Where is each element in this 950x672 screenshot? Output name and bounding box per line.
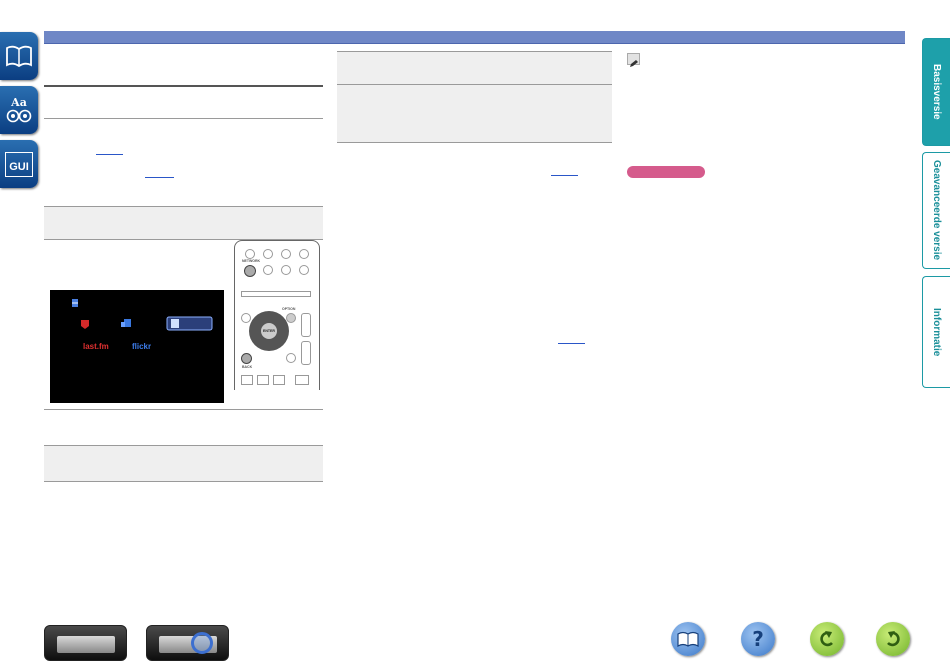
- table-row-divider: [44, 206, 323, 207]
- table-row-divider: [337, 51, 612, 52]
- table-row-divider: [44, 481, 323, 482]
- remote-button: [263, 265, 273, 275]
- flickr-icon: [121, 319, 131, 327]
- page-reference-link[interactable]: [145, 177, 174, 178]
- remote-button: [281, 249, 291, 259]
- amplifier-front-icon[interactable]: [44, 625, 127, 661]
- remote-button: [295, 375, 309, 385]
- section-header-bar: [44, 31, 905, 44]
- option-button-label: OPTION: [282, 307, 296, 311]
- remote-button: [301, 341, 311, 365]
- book-icon[interactable]: [0, 32, 38, 80]
- remote-button: [241, 375, 253, 385]
- flickr-label: flickr: [132, 342, 152, 351]
- network-button-label: NETWORK: [242, 259, 261, 263]
- remote-button: [245, 249, 255, 259]
- remote-button: [257, 375, 269, 385]
- back-button: [241, 353, 252, 364]
- remote-button: [299, 249, 309, 259]
- tab-basisversie[interactable]: Basisversie: [922, 38, 950, 146]
- note-pencil-icon: [627, 53, 640, 67]
- help-icon[interactable]: ?: [741, 622, 775, 656]
- gui-icon[interactable]: GUI: [0, 140, 38, 188]
- remote-button: [286, 353, 296, 363]
- screen-header-icon: [72, 299, 78, 307]
- gui-screen-image: last.fm flickr: [50, 290, 224, 403]
- manual-page: Aa GUI Basisversie Geavanceerde versie I…: [0, 0, 950, 672]
- page-reference-link[interactable]: [558, 343, 585, 344]
- memo-badge: [627, 166, 705, 178]
- gui-icon-label: GUI: [9, 160, 29, 173]
- lastfm-icon: [81, 320, 89, 329]
- tab-geavanceerde-label: Geavanceerde versie: [931, 160, 942, 261]
- table-row-divider: [337, 142, 612, 143]
- table-row-divider: [44, 409, 323, 410]
- network-button: [244, 265, 256, 277]
- table-row-divider: [44, 118, 323, 119]
- back-button-label: BACK: [242, 365, 253, 369]
- remote-button: [301, 313, 311, 337]
- table-row-shaded: [44, 206, 323, 239]
- table-row-divider: [337, 84, 612, 85]
- tab-basisversie-label: Basisversie: [931, 64, 942, 120]
- enter-button-label: ENTER: [263, 329, 275, 333]
- table-header-rule: [44, 85, 323, 87]
- book-nav-icon[interactable]: [671, 622, 705, 656]
- lastfm-label: last.fm: [83, 342, 109, 351]
- tab-informatie-label: Informatie: [931, 307, 942, 357]
- remote-button: [241, 313, 251, 323]
- selected-item-icon: [166, 316, 213, 331]
- remote-button: [273, 375, 285, 385]
- page-reference-link[interactable]: [551, 175, 578, 176]
- page-reference-link[interactable]: [96, 154, 123, 155]
- tab-geavanceerde-versie[interactable]: Geavanceerde versie: [922, 152, 950, 269]
- forward-icon[interactable]: [876, 622, 910, 656]
- back-icon[interactable]: [810, 622, 844, 656]
- amplifier-rear-icon[interactable]: [146, 625, 229, 661]
- remote-button-row: [241, 291, 311, 297]
- remote-button: [281, 265, 291, 275]
- remote-button: [263, 249, 273, 259]
- tab-informatie[interactable]: Informatie: [922, 276, 950, 388]
- glossary-icon[interactable]: Aa: [0, 86, 38, 134]
- option-button: [286, 313, 296, 323]
- remote-button: [299, 265, 309, 275]
- glossary-icon-label: Aa: [11, 96, 27, 109]
- table-row-shaded: [44, 445, 323, 481]
- middle-table-shaded: [337, 51, 612, 142]
- help-icon-label: ?: [752, 627, 764, 651]
- table-row-divider: [44, 445, 323, 446]
- remote-control-image: NETWORK OPTION ENTER BACK: [234, 240, 320, 390]
